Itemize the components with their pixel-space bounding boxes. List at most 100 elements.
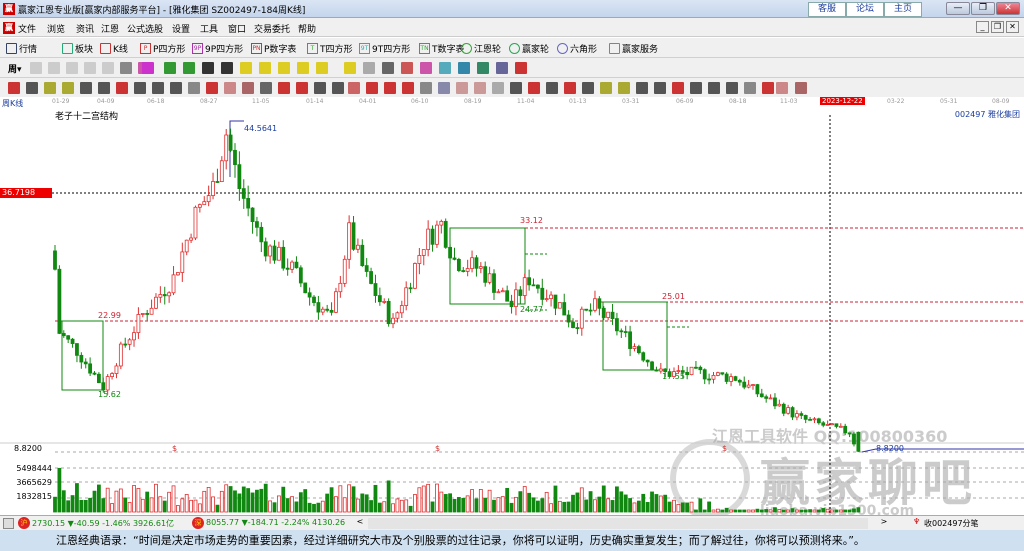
tool-icon-21[interactable] <box>384 82 396 94</box>
tool-icon-19[interactable] <box>382 62 394 74</box>
tool-icon-15[interactable] <box>278 82 290 94</box>
menu-8[interactable]: 交易委托 <box>254 22 290 35</box>
tool-icon-21[interactable] <box>420 62 432 74</box>
tool-icon-1[interactable] <box>48 62 60 74</box>
tool-icon-5[interactable] <box>120 62 132 74</box>
toolbar-button-10[interactable]: 赢家轮 <box>509 42 549 55</box>
tool-icon-5[interactable] <box>98 82 110 94</box>
tool-icon-24[interactable] <box>438 82 450 94</box>
tool-icon-13[interactable] <box>259 62 271 74</box>
tool-icon-10[interactable] <box>188 82 200 94</box>
tool-icon-37[interactable] <box>672 82 684 94</box>
toolbar-button-8[interactable]: TN T数字表 <box>419 42 465 55</box>
sz-index-badge[interactable]: 深 <box>192 517 204 529</box>
tool-icon-30[interactable] <box>546 82 558 94</box>
link-service[interactable]: 客服 <box>808 2 846 17</box>
tool-icon-29[interactable] <box>528 82 540 94</box>
menu-6[interactable]: 工具 <box>200 22 218 35</box>
tool-icon-19[interactable] <box>348 82 360 94</box>
tool-icon-2[interactable] <box>44 82 56 94</box>
tool-icon-4[interactable] <box>80 82 92 94</box>
menu-0[interactable]: 文件 <box>18 22 36 35</box>
scrollbar-track[interactable] <box>368 518 868 529</box>
tool-icon-34[interactable] <box>618 82 630 94</box>
link-home[interactable]: 主页 <box>884 2 922 17</box>
tool-icon-44[interactable] <box>795 82 807 94</box>
tool-icon-40[interactable] <box>726 82 738 94</box>
tool-icon-0[interactable] <box>30 62 42 74</box>
tool-icon-38[interactable] <box>690 82 702 94</box>
tool-icon-14[interactable] <box>260 82 272 94</box>
tool-icon-24[interactable] <box>477 62 489 74</box>
tool-icon-26[interactable] <box>474 82 486 94</box>
tool-icon-23[interactable] <box>458 62 470 74</box>
tool-icon-7[interactable] <box>142 62 154 74</box>
tool-icon-33[interactable] <box>600 82 612 94</box>
tool-icon-22[interactable] <box>439 62 451 74</box>
tool-icon-0[interactable] <box>8 82 20 94</box>
restore-button[interactable]: ❐ <box>971 2 995 15</box>
toolbar-button-12[interactable]: 赢家服务 <box>609 42 658 55</box>
tool-icon-3[interactable] <box>62 82 74 94</box>
tool-icon-31[interactable] <box>564 82 576 94</box>
menu-5[interactable]: 设置 <box>172 22 190 35</box>
tool-icon-12[interactable] <box>240 62 252 74</box>
tool-icon-27[interactable] <box>492 82 504 94</box>
menu-1[interactable]: 浏览 <box>47 22 65 35</box>
toolbar-button-9[interactable]: 江恩轮 <box>461 42 501 55</box>
tool-icon-32[interactable] <box>582 82 594 94</box>
toolbar-button-7[interactable]: 9T 9T四方形 <box>359 42 410 55</box>
tool-icon-22[interactable] <box>402 82 414 94</box>
tool-icon-4[interactable] <box>102 62 114 74</box>
tool-icon-11[interactable] <box>206 82 218 94</box>
tool-icon-42[interactable] <box>762 82 774 94</box>
toolbar-button-5[interactable]: PN P数字表 <box>251 42 296 55</box>
tool-icon-12[interactable] <box>224 82 236 94</box>
minimize-button[interactable]: — <box>946 2 970 15</box>
tool-icon-16[interactable] <box>296 82 308 94</box>
toolbar-button-0[interactable]: 行情 <box>6 42 37 55</box>
mdi-close-button[interactable]: ✕ <box>1006 21 1019 33</box>
period-select[interactable]: 周▾ <box>8 62 22 75</box>
close-button[interactable]: ✕ <box>996 2 1020 15</box>
tool-icon-8[interactable] <box>152 82 164 94</box>
tool-icon-2[interactable] <box>66 62 78 74</box>
tool-icon-17[interactable] <box>314 82 326 94</box>
tool-icon-25[interactable] <box>496 62 508 74</box>
sh-index-badge[interactable]: 沪 <box>18 517 30 529</box>
tool-icon-3[interactable] <box>84 62 96 74</box>
menu-4[interactable]: 公式选股 <box>127 22 163 35</box>
tool-icon-11[interactable] <box>221 62 233 74</box>
menu-9[interactable]: 帮助 <box>298 22 316 35</box>
kline-chart[interactable]: 江恩工具软件 QQ:100800360 赢家聊吧 liaoba.vip1300.… <box>0 107 1024 519</box>
tool-icon-10[interactable] <box>202 62 214 74</box>
menu-2[interactable]: 资讯 <box>76 22 94 35</box>
mdi-restore-button[interactable]: ❐ <box>991 21 1004 33</box>
tool-icon-17[interactable] <box>344 62 356 74</box>
tool-icon-6[interactable] <box>116 82 128 94</box>
tool-icon-43[interactable] <box>776 82 788 94</box>
tool-icon-28[interactable] <box>510 82 522 94</box>
tool-icon-7[interactable] <box>134 82 146 94</box>
tool-icon-18[interactable] <box>363 62 375 74</box>
toolbar-button-3[interactable]: P P四方形 <box>140 42 185 55</box>
tool-icon-9[interactable] <box>183 62 195 74</box>
link-forum[interactable]: 论坛 <box>846 2 884 17</box>
tool-icon-18[interactable] <box>332 82 344 94</box>
tool-icon-26[interactable] <box>515 62 527 74</box>
toolbar-button-6[interactable]: T T四方形 <box>307 42 353 55</box>
tool-icon-39[interactable] <box>708 82 720 94</box>
tool-icon-23[interactable] <box>420 82 432 94</box>
tool-icon-20[interactable] <box>401 62 413 74</box>
tool-icon-25[interactable] <box>456 82 468 94</box>
tool-icon-36[interactable] <box>654 82 666 94</box>
tool-icon-13[interactable] <box>242 82 254 94</box>
tool-icon-41[interactable] <box>744 82 756 94</box>
tool-icon-15[interactable] <box>297 62 309 74</box>
menu-7[interactable]: 窗口 <box>228 22 246 35</box>
tool-icon-1[interactable] <box>26 82 38 94</box>
toolbar-button-1[interactable]: 板块 <box>62 42 93 55</box>
tool-icon-35[interactable] <box>636 82 648 94</box>
scroll-left-button[interactable]: < <box>354 517 366 529</box>
toolbar-button-11[interactable]: 六角形 <box>557 42 597 55</box>
